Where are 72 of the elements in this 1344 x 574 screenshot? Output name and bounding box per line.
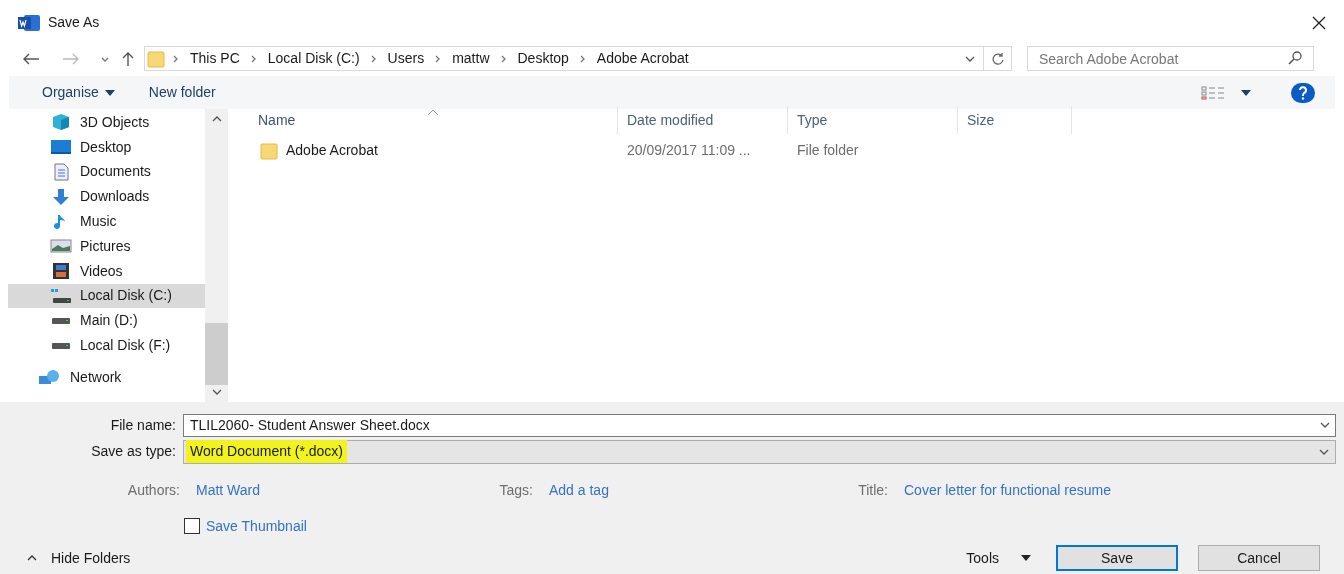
nav-item[interactable]: Local Disk (C:): [8, 283, 205, 309]
view-options-button[interactable]: [1201, 85, 1251, 100]
cancel-button[interactable]: Cancel: [1198, 545, 1320, 571]
checkbox[interactable]: [184, 518, 200, 534]
question-icon: [1298, 85, 1308, 100]
arrow-left-icon: [22, 51, 40, 66]
scrollbar-thumb[interactable]: [205, 323, 228, 385]
column-header[interactable]: Type: [788, 106, 958, 134]
word-logo-icon: [18, 14, 40, 31]
nav-item[interactable]: Downloads: [8, 184, 205, 210]
close-icon: [1312, 15, 1326, 30]
address-bar[interactable]: This PC Local Disk (C:) Users mattw Desktop Adobe Acrobat: [144, 46, 1012, 71]
arrow-up-icon: [120, 50, 136, 67]
caret-icon: [1021, 555, 1031, 561]
meta-label: Title:: [858, 481, 888, 498]
breadcrumb[interactable]: Desktop: [514, 48, 572, 69]
nav-item[interactable]: Music: [8, 209, 205, 234]
drive-icon: [50, 286, 72, 305]
new-folder-button[interactable]: New folder: [148, 82, 216, 103]
save-button[interactable]: Save: [1056, 545, 1178, 571]
window-title: Save As: [48, 13, 100, 32]
file-name: Adobe Acrobat: [286, 141, 378, 160]
picture-icon: [50, 237, 72, 256]
breadcrumb[interactable]: Adobe Acrobat: [593, 48, 692, 69]
meta-label: Authors:: [127, 481, 180, 498]
field-label: File name:: [109, 415, 177, 435]
nav-item[interactable]: 3D Objects: [8, 110, 205, 135]
nav-item[interactable]: Network: [8, 365, 205, 390]
file-row[interactable]: Adobe Acrobat 20/09/2017 11:09 ... File folder: [228, 138, 1344, 163]
nav-item[interactable]: Videos: [8, 258, 205, 284]
drive-icon: [50, 342, 72, 349]
list-view-icon: [1201, 85, 1225, 100]
breadcrumb[interactable]: This PC: [187, 48, 243, 69]
column-header[interactable]: Date modified: [618, 106, 788, 134]
meta-value[interactable]: Cover letter for functional resume: [904, 481, 1111, 498]
checkbox-label[interactable]: Save Thumbnail: [206, 515, 307, 537]
tools-button[interactable]: Tools: [966, 547, 1031, 569]
table-cell-text: 20/09/2017 11:09 ...: [626, 141, 752, 160]
drive-icon: [50, 317, 72, 324]
network-icon: [38, 368, 62, 387]
arrow-right-icon: [62, 51, 80, 66]
folder-icon: [260, 141, 278, 160]
cube-icon: [50, 113, 72, 132]
column-header[interactable]: Size: [958, 106, 1072, 134]
column-header[interactable]: Name: [228, 106, 618, 134]
monitor-icon: [50, 138, 72, 157]
meta-label: Tags:: [499, 481, 533, 498]
nav-item[interactable]: Pictures: [8, 234, 205, 259]
organise-button[interactable]: Organise: [42, 82, 115, 103]
breadcrumb[interactable]: Local Disk (C:): [264, 48, 363, 69]
breadcrumb[interactable]: Users: [384, 48, 428, 69]
breadcrumb[interactable]: mattw: [449, 48, 493, 69]
nav-item[interactable]: Desktop: [8, 134, 205, 160]
caret-icon: [1241, 89, 1251, 96]
meta-value[interactable]: Add a tag: [549, 481, 609, 498]
caret-icon: [104, 89, 115, 96]
help-button[interactable]: [1291, 82, 1315, 103]
field-label: Save as type:: [90, 442, 177, 461]
nav-item[interactable]: Documents: [8, 159, 205, 185]
table-cell-text: File folder: [796, 141, 860, 160]
search-field[interactable]: Search Adobe Acrobat: [1027, 46, 1314, 71]
folder-icon: [147, 49, 165, 68]
film-icon: [50, 262, 72, 281]
search-icon: [1287, 50, 1303, 66]
nav-item[interactable]: Main (D:): [8, 308, 205, 334]
scrollbar[interactable]: [205, 109, 228, 402]
save-type-dropdown[interactable]: Word Document (*.docx): [183, 439, 1336, 464]
file-name-field[interactable]: TLIL2060- Student Answer Sheet.docx: [183, 413, 1336, 437]
hide-folders-button[interactable]: Hide Folders: [25, 547, 131, 569]
meta-value[interactable]: Matt Ward: [196, 481, 261, 498]
refresh-icon: [990, 51, 1005, 66]
nav-item[interactable]: Local Disk (F:): [8, 333, 205, 358]
